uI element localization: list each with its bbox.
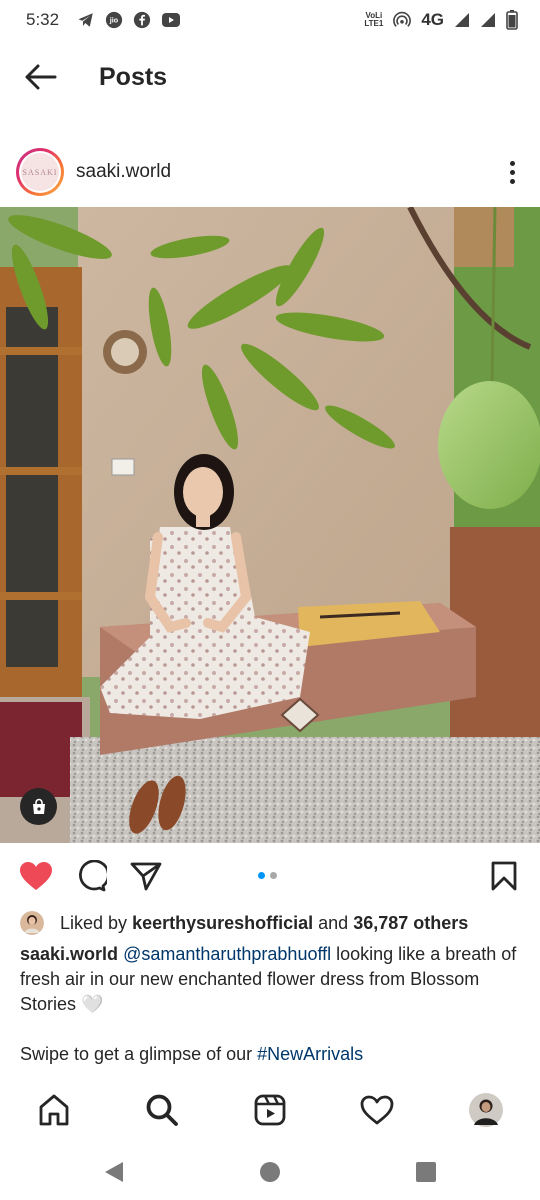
signal-icon-2 [480, 12, 496, 28]
save-button[interactable] [486, 858, 522, 894]
nav-reels[interactable] [250, 1090, 290, 1130]
system-back-button[interactable] [102, 1160, 126, 1184]
search-icon [146, 1094, 178, 1126]
comment-button[interactable] [73, 858, 109, 894]
app-header: Posts [0, 40, 540, 114]
saaki-logo: SA SAKI [21, 153, 59, 191]
home-circle-icon [260, 1162, 280, 1182]
status-bar-right: VoLi LTE1 4G [364, 10, 518, 30]
back-triangle-icon [105, 1162, 123, 1182]
like-button[interactable] [18, 858, 54, 894]
tagged-products-button[interactable] [20, 788, 57, 825]
send-icon [130, 862, 162, 891]
caption-line2-prefix: Swipe to get a glimpse of our [20, 1044, 258, 1064]
battery-icon [506, 10, 518, 30]
back-button[interactable] [20, 57, 60, 97]
post-avatar[interactable]: SA SAKI [16, 148, 64, 196]
network-type: 4G [421, 10, 444, 29]
post-header: SA SAKI saaki.world [0, 140, 540, 204]
hotspot-icon [393, 11, 412, 29]
bottom-navigation [0, 1082, 540, 1138]
share-button[interactable] [128, 858, 164, 894]
post-image[interactable] [0, 207, 540, 843]
status-time: 5:32 [26, 10, 60, 29]
more-options-button[interactable] [500, 152, 524, 192]
carousel-dot [270, 872, 277, 879]
post-photo [0, 207, 540, 843]
caption-mention[interactable]: @samantharuthprabhuoffl [123, 944, 331, 964]
post-caption: saaki.world @samantharuthprabhuoffl look… [20, 942, 525, 1067]
bookmark-icon [491, 861, 517, 891]
reels-icon [254, 1094, 286, 1126]
arrow-left-icon [25, 64, 57, 90]
carousel-indicator [258, 872, 277, 879]
nav-search[interactable] [142, 1090, 182, 1130]
page-title: Posts [99, 62, 168, 91]
heart-filled-icon [20, 862, 52, 890]
home-icon [39, 1094, 69, 1126]
volte-label-bottom: LTE1 [364, 19, 384, 28]
activity-heart-icon [360, 1095, 394, 1125]
caption-line-2: Swipe to get a glimpse of our #NewArriva… [20, 1042, 525, 1067]
comment-icon [78, 860, 107, 892]
status-bar-left: 5:32 jio [26, 10, 181, 30]
recents-square-icon [416, 1162, 436, 1182]
more-vertical-icon [509, 160, 515, 166]
system-home-button[interactable] [258, 1160, 282, 1184]
caption-line-1: saaki.world @samantharuthprabhuoffl look… [20, 942, 525, 1017]
caption-hashtag[interactable]: #NewArrivals [257, 1044, 363, 1064]
youtube-icon [161, 12, 181, 28]
carousel-dot-active [258, 872, 265, 879]
system-navigation [0, 1142, 540, 1200]
status-bar: 5:32 jio VoLi LTE1 4G [0, 0, 540, 40]
shopping-bag-icon [32, 798, 45, 814]
svg-text:jio: jio [109, 16, 119, 25]
nav-activity[interactable] [357, 1090, 397, 1130]
jio-icon: jio [105, 11, 123, 29]
nav-home[interactable] [34, 1090, 74, 1130]
volte-indicator: VoLi LTE1 [364, 12, 383, 28]
profile-avatar [469, 1093, 503, 1127]
system-recents-button[interactable] [414, 1160, 438, 1184]
post-username[interactable]: saaki.world [76, 161, 171, 183]
liker-username[interactable]: keerthysureshofficial [132, 913, 313, 934]
telegram-icon [77, 11, 95, 29]
likes-and: and [318, 912, 349, 933]
signal-icon [454, 12, 470, 28]
caption-username[interactable]: saaki.world [20, 944, 118, 964]
post-action-bar [0, 848, 540, 904]
nav-profile[interactable] [466, 1090, 506, 1130]
liker-avatar [20, 911, 44, 935]
likes-others[interactable]: 36,787 others [353, 913, 468, 934]
facebook-icon [133, 11, 151, 29]
likes-prefix: Liked by [60, 912, 128, 933]
likes-summary[interactable]: Liked by keerthysureshofficial and 36,78… [20, 908, 530, 938]
